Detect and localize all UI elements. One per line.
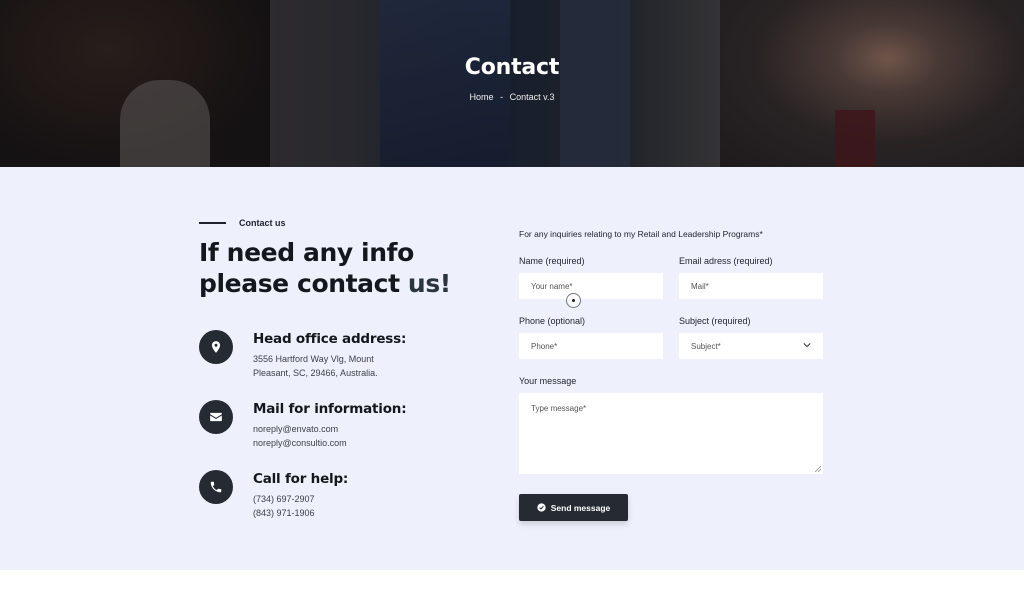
name-input[interactable]: Your name* bbox=[519, 273, 663, 299]
breadcrumb: Home - Contact v.3 bbox=[0, 92, 1024, 102]
phone-placeholder: Phone* bbox=[531, 341, 558, 351]
breadcrumb-home-link[interactable]: Home bbox=[470, 92, 494, 102]
send-message-label: Send message bbox=[550, 502, 611, 513]
mouse-cursor bbox=[566, 293, 581, 308]
form-intro: For any inquiries relating to my Retail … bbox=[519, 229, 763, 239]
chevron-down-icon bbox=[803, 343, 811, 348]
message-placeholder: Type message* bbox=[531, 404, 587, 413]
info-line[interactable]: (843) 971-1906 bbox=[253, 506, 348, 520]
info-title: Mail for information: bbox=[253, 401, 407, 417]
phone-icon bbox=[199, 470, 233, 504]
contact-section: Contact us If need any info please conta… bbox=[0, 167, 1024, 570]
message-textarea[interactable]: Type message* bbox=[519, 393, 823, 474]
info-line[interactable]: noreply@consultio.com bbox=[253, 436, 406, 450]
info-phone: Call for help: (734) 697-2907 (843) 971-… bbox=[199, 470, 348, 520]
name-placeholder: Your name* bbox=[531, 281, 573, 291]
hero-banner: Contact Home - Contact v.3 bbox=[0, 0, 1024, 167]
headline-text: If need any info please contact bbox=[199, 238, 414, 298]
email-label: Email adress (required) bbox=[679, 256, 773, 266]
section-eyebrow: Contact us bbox=[199, 218, 286, 228]
subject-label: Subject (required) bbox=[679, 316, 751, 326]
info-address: Head office address: 3556 Hartford Way V… bbox=[199, 330, 406, 380]
phone-input[interactable]: Phone* bbox=[519, 333, 663, 359]
message-label: Your message bbox=[519, 376, 577, 386]
headline-accent: us! bbox=[407, 269, 451, 298]
subject-select[interactable]: Subject* bbox=[679, 333, 823, 359]
resize-grip-icon[interactable] bbox=[815, 466, 821, 472]
info-line: 3556 Hartford Way Vlg, Mount bbox=[253, 354, 374, 364]
info-title: Call for help: bbox=[253, 471, 349, 487]
eyebrow-rule bbox=[199, 222, 226, 224]
location-pin-icon bbox=[199, 330, 233, 364]
info-line: Pleasant, SC, 29466, Australia. bbox=[253, 368, 378, 378]
phone-label: Phone (optional) bbox=[519, 316, 586, 326]
email-placeholder: Mail* bbox=[691, 281, 709, 291]
info-mail: Mail for information: noreply@envato.com… bbox=[199, 400, 407, 450]
email-input[interactable]: Mail* bbox=[679, 273, 823, 299]
check-circle-icon bbox=[537, 503, 546, 512]
name-label: Name (required) bbox=[519, 256, 585, 266]
info-line[interactable]: (734) 697-2907 bbox=[253, 492, 348, 506]
breadcrumb-current: Contact v.3 bbox=[509, 92, 555, 102]
info-line[interactable]: noreply@envato.com bbox=[253, 422, 406, 436]
eyebrow-label: Contact us bbox=[239, 218, 286, 228]
hero-overlay bbox=[0, 0, 1024, 167]
envelope-icon bbox=[199, 400, 233, 434]
page-title: Contact bbox=[464, 55, 560, 80]
send-message-button[interactable]: Send message bbox=[519, 494, 628, 521]
section-headline: If need any info please contact us! bbox=[199, 237, 489, 299]
subject-value: Subject* bbox=[691, 341, 721, 351]
info-title: Head office address: bbox=[253, 331, 407, 347]
breadcrumb-separator: - bbox=[500, 92, 504, 102]
